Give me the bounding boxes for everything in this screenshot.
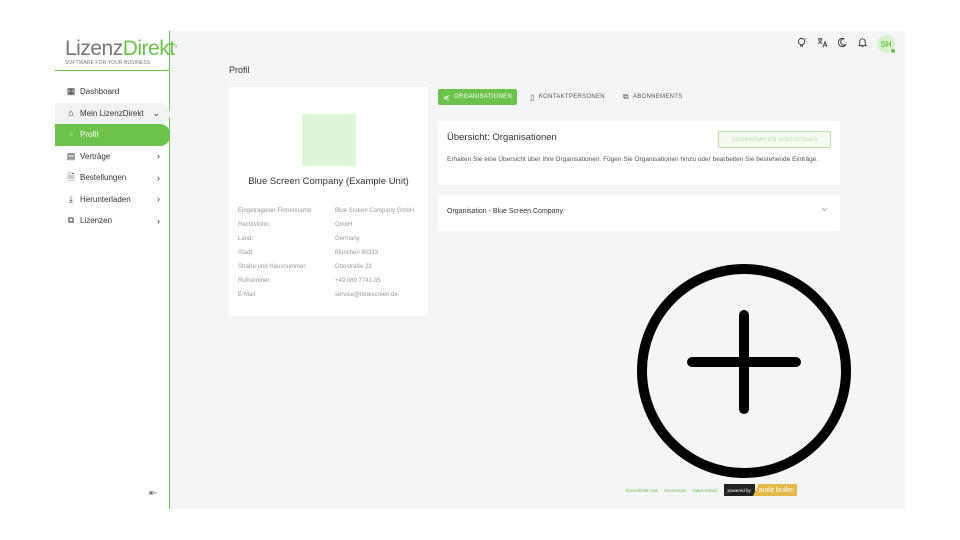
detail-row: Stadt: München 80333 xyxy=(238,249,422,257)
tab-label: ABONNEMENTS xyxy=(632,94,683,100)
accordion-title: Organisation - Blue Screen Company xyxy=(447,208,563,215)
footer: lizenzdirekt.com Impressum Datenschutz p… xyxy=(626,484,798,496)
sidebar-item-bestellungen[interactable]: 🗎 Bestellungen › xyxy=(55,167,170,189)
overview-card: Übersicht: Organisationen ORGANISATION H… xyxy=(438,121,840,185)
sidebar-item-label: Profil xyxy=(80,130,99,140)
detail-value: Ottostraße 23 xyxy=(335,264,372,270)
sidebar-item-label: Mein LizenzDirekt xyxy=(80,108,144,118)
circle-icon: ○ xyxy=(69,131,73,138)
powered-by-badge[interactable]: powered by audit butler xyxy=(723,484,798,496)
sidebar: LizenzDirekt° SOFTWARE FOR YOUR BUSINESS… xyxy=(55,31,178,509)
detail-label: Land: xyxy=(238,236,254,242)
logo-divider xyxy=(55,70,170,71)
detail-row: Rechtsform: GmbH xyxy=(238,221,422,229)
app-window: LizenzDirekt° SOFTWARE FOR YOUR BUSINESS… xyxy=(55,31,905,509)
share-icon: ⋞ xyxy=(443,92,451,102)
sidebar-item-herunterladen[interactable]: ⤓ Herunterladen › xyxy=(55,189,170,211)
sidebar-item-label: Dashboard xyxy=(80,87,120,97)
detail-value: Blue Screen Company GmbH xyxy=(335,208,415,214)
sidebar-item-mein-lizenzdirekt[interactable]: ⌂ Mein LizenzDirekt ⌄ xyxy=(55,102,170,124)
lightbulb-icon[interactable]: ? xyxy=(797,37,808,51)
tab-organisationen[interactable]: ⋞ ORGANISATIONEN xyxy=(438,89,518,105)
topbar: ? SH xyxy=(797,35,895,53)
sidebar-item-label: Bestellungen xyxy=(80,173,127,183)
detail-row: Land: Germany xyxy=(238,235,422,243)
company-logo-placeholder xyxy=(302,114,356,166)
detail-value: Germany xyxy=(335,236,360,242)
tab-label: ORGANISATIONEN xyxy=(454,94,513,100)
detail-value: München 80333 xyxy=(335,250,379,256)
tab-abonnements[interactable]: ⧉ ABONNEMENTS xyxy=(618,89,688,105)
sidebar-item-lizenzen[interactable]: ⧉ Lizenzen › xyxy=(55,210,170,232)
sidebar-nav: ▦ Dashboard ⌂ Mein LizenzDirekt ⌄ ○ Prof… xyxy=(55,81,170,232)
license-icon: ⧉ xyxy=(67,215,75,226)
footer-link-home[interactable]: lizenzdirekt.com xyxy=(626,488,658,493)
page-title: Profil xyxy=(229,65,250,75)
tab-label: KONTAKTPERSONEN xyxy=(538,94,605,100)
footer-link-datenschutz[interactable]: Datenschutz xyxy=(693,488,718,493)
detail-label: Stadt: xyxy=(238,250,254,256)
detail-label: Rufnummer: xyxy=(238,278,272,284)
chevron-right-icon: › xyxy=(157,194,160,205)
sidebar-item-dashboard[interactable]: ▦ Dashboard xyxy=(55,81,170,103)
detail-label: E-Mail: xyxy=(238,292,257,298)
brand-logo[interactable]: LizenzDirekt° SOFTWARE FOR YOUR BUSINESS xyxy=(65,37,178,67)
add-organisation-button[interactable]: ORGANISATION HINZUFÜGEN xyxy=(718,131,831,148)
company-details: Eingetragener Firmenname: Blue Screen Co… xyxy=(238,207,422,305)
detail-label: Straße und Hausnummer: xyxy=(238,264,308,270)
sidebar-item-label: Lizenzen xyxy=(80,216,113,226)
chevron-down-icon: ⌄ xyxy=(152,107,160,118)
sidebar-item-label: Herunterladen xyxy=(80,194,131,204)
organisation-accordion[interactable]: Organisation - Blue Screen Company xyxy=(438,195,840,231)
detail-row: Eingetragener Firmenname: Blue Screen Co… xyxy=(238,207,422,215)
chevron-right-icon: › xyxy=(157,172,160,183)
powered-by-label: powered by xyxy=(723,484,755,496)
logo-wordmark: LizenzDirekt° xyxy=(65,37,178,60)
chevron-right-icon: › xyxy=(157,215,160,226)
sidebar-item-label: Verträge xyxy=(80,151,111,161)
logo-sup: ° xyxy=(174,44,178,53)
avatar[interactable]: SH xyxy=(877,35,895,53)
detail-value: +49 089 7741-35 xyxy=(335,278,381,284)
bell-icon[interactable] xyxy=(857,37,868,51)
moon-icon[interactable] xyxy=(837,37,848,51)
detail-row: Rufnummer: +49 089 7741-35 xyxy=(238,277,422,285)
logo-part1: Lizenz xyxy=(65,37,123,60)
overview-description: Erhalten Sie eine Übersicht über Ihre Or… xyxy=(447,156,819,163)
chevron-right-icon: › xyxy=(157,151,160,162)
tab-bar: ⋞ ORGANISATIONEN ▯ KONTAKTPERSONEN ⧉ ABO… xyxy=(438,89,688,105)
detail-value: GmbH xyxy=(335,222,353,228)
sidebar-item-vertraege[interactable]: ▤ Verträge › xyxy=(55,146,170,168)
profile-card: Blue Screen Company (Example Unit) Einge… xyxy=(229,87,428,316)
contact-icon: ▯ xyxy=(530,92,535,102)
detail-row: Straße und Hausnummer: Ottostraße 23 xyxy=(238,263,422,271)
svg-text:?: ? xyxy=(805,38,807,42)
logo-tagline: SOFTWARE FOR YOUR BUSINESS xyxy=(65,60,151,66)
audit-butler-logo: audit butler xyxy=(752,484,798,496)
chevron-down-icon xyxy=(821,207,828,214)
tab-kontaktpersonen[interactable]: ▯ KONTAKTPERSONEN xyxy=(525,89,610,105)
overview-title: Übersicht: Organisationen xyxy=(447,132,557,143)
contract-icon: ▤ xyxy=(66,150,76,161)
logo-part2: Direkt xyxy=(122,37,175,60)
detail-label: Eingetragener Firmenname: xyxy=(238,208,313,214)
order-icon: 🗎 xyxy=(67,171,75,182)
detail-label: Rechtsform: xyxy=(238,222,271,228)
download-icon: ⤓ xyxy=(69,193,73,204)
detail-row: E-Mail: service@bluescreen.de xyxy=(238,291,422,299)
company-name: Blue Screen Company (Example Unit) xyxy=(248,176,409,187)
footer-link-impressum[interactable]: Impressum xyxy=(664,488,686,493)
online-status-dot xyxy=(891,49,895,53)
dashboard-icon: ▦ xyxy=(66,86,76,97)
avatar-initials: SH xyxy=(880,39,892,49)
collapse-sidebar-icon[interactable]: ⇤ xyxy=(149,488,157,499)
detail-value: service@bluescreen.de xyxy=(335,292,398,298)
translate-icon[interactable] xyxy=(817,37,828,51)
subscription-icon: ⧉ xyxy=(622,92,629,101)
plus-circle-icon[interactable] xyxy=(636,263,852,479)
sidebar-item-profil[interactable]: ○ Profil xyxy=(55,124,170,146)
home-icon: ⌂ xyxy=(68,108,74,119)
